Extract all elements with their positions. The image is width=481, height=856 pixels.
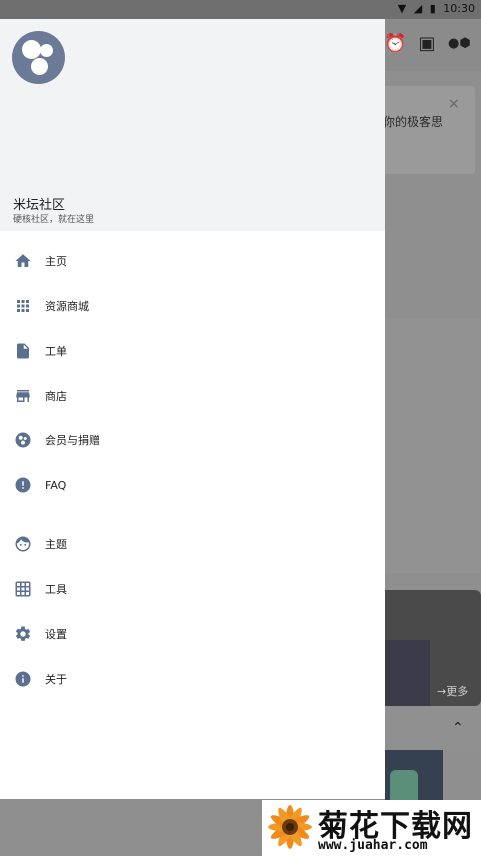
menu-item-label: 设置 — [45, 628, 67, 641]
document-icon — [17, 343, 29, 359]
menu-item-resource-mall[interactable]: 资源商城 — [0, 285, 385, 327]
menu-item-store[interactable]: 商店 — [0, 375, 385, 417]
menu-item-label: FAQ — [45, 478, 67, 492]
menu-item-label: 主页 — [45, 255, 67, 268]
navigation-drawer: 米坛社区 硬核社区，就在这里 主页 资源商城 工单 商店 会员与捐赠 FAQ 主… — [0, 19, 385, 799]
background-card-text: 你的极客思 — [383, 115, 444, 129]
tools-grid-icon — [15, 581, 31, 597]
face-icon — [15, 536, 31, 552]
store-icon — [16, 390, 30, 402]
status-time: 10:30 — [443, 2, 475, 15]
close-icon[interactable]: × — [448, 96, 460, 112]
signal-icon: ◢ — [413, 2, 423, 15]
flower-logo-icon — [268, 805, 312, 849]
chevron-up-icon[interactable]: ⌃ — [452, 720, 464, 736]
menu-item-label: 关于 — [45, 673, 67, 686]
alarm-icon[interactable]: ⏰ — [384, 33, 406, 55]
home-icon — [15, 254, 31, 267]
menu-item-home[interactable]: 主页 — [0, 240, 385, 282]
more-link[interactable]: →更多 — [437, 683, 468, 699]
background-card-image — [385, 640, 430, 706]
wallet-icon[interactable]: ▣ — [416, 33, 438, 55]
menu-item-label: 主题 — [45, 538, 67, 551]
menu-item-label: 会员与捐赠 — [45, 434, 100, 447]
menu-item-settings[interactable]: 设置 — [0, 613, 385, 655]
gear-icon — [15, 626, 31, 641]
drawer-subtitle: 硬核社区，就在这里 — [13, 215, 95, 225]
menu-item-label: 工具 — [45, 583, 67, 596]
menu-item-label: 资源商城 — [45, 300, 89, 313]
community-logo-icon[interactable] — [12, 31, 65, 84]
apps-grid-icon — [17, 300, 29, 312]
menu-item-label: 商店 — [45, 390, 67, 403]
menu-item-label: 工单 — [45, 345, 67, 358]
menu-item-faq[interactable]: FAQ — [0, 464, 385, 506]
battery-icon: ▮ — [429, 2, 436, 15]
background-bottom-card-thumb — [390, 770, 418, 800]
watermark-url: www.juahar.com — [318, 838, 428, 853]
membership-icon — [15, 432, 31, 448]
info-alert-icon — [15, 477, 31, 493]
background-section — [385, 706, 481, 750]
drawer-title: 米坛社区 — [13, 198, 66, 213]
more-dots-icon[interactable]: ●⬢ — [448, 33, 471, 55]
wifi-icon: ▼ — [397, 2, 407, 15]
status-icons: ▼ ◢ ▮ 10:30 — [394, 2, 475, 15]
menu-item-theme[interactable]: 主题 — [0, 523, 385, 565]
drawer-header: 米坛社区 硬核社区，就在这里 — [0, 19, 385, 231]
menu-item-membership[interactable]: 会员与捐赠 — [0, 419, 385, 461]
status-bar: ▼ ◢ ▮ 10:30 — [0, 0, 481, 19]
info-icon — [15, 671, 31, 687]
menu-item-about[interactable]: 关于 — [0, 658, 385, 700]
menu-item-tools[interactable]: 工具 — [0, 568, 385, 610]
menu-item-ticket[interactable]: 工单 — [0, 330, 385, 372]
